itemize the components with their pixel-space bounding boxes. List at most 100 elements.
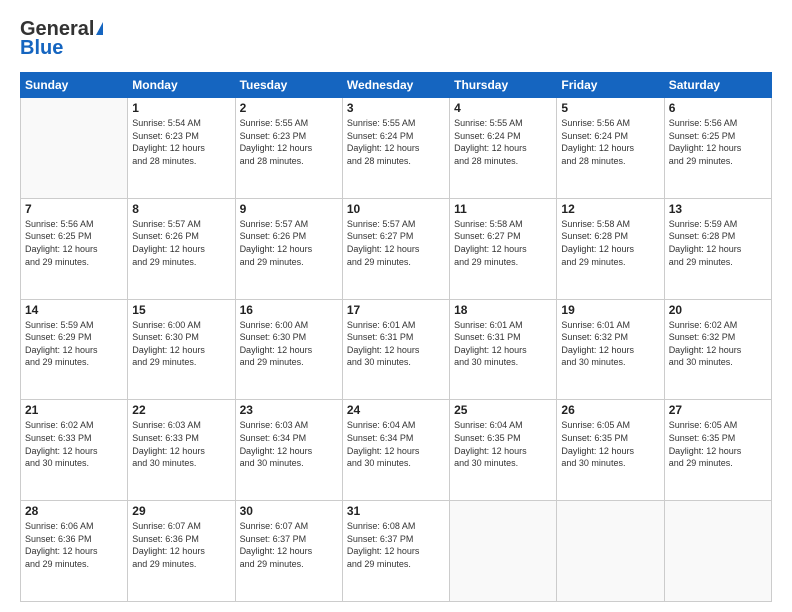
calendar-cell [664,501,771,602]
day-info: Sunrise: 6:05 AMSunset: 6:35 PMDaylight:… [669,419,767,469]
calendar-cell: 29 Sunrise: 6:07 AMSunset: 6:36 PMDayligh… [128,501,235,602]
logo-triangle-icon [96,22,103,35]
calendar-week-2: 7 Sunrise: 5:56 AMSunset: 6:25 PMDaylight… [21,198,772,299]
calendar-cell: 11 Sunrise: 5:58 AMSunset: 6:27 PMDayligh… [450,198,557,299]
day-info: Sunrise: 5:55 AMSunset: 6:24 PMDaylight:… [454,117,552,167]
day-info: Sunrise: 5:58 AMSunset: 6:28 PMDaylight:… [561,218,659,268]
calendar-header-friday: Friday [557,73,664,98]
day-number: 5 [561,101,659,115]
calendar-cell: 7 Sunrise: 5:56 AMSunset: 6:25 PMDaylight… [21,198,128,299]
header: General Blue [20,18,772,60]
day-number: 25 [454,403,552,417]
calendar-cell: 15 Sunrise: 6:00 AMSunset: 6:30 PMDayligh… [128,299,235,400]
day-info: Sunrise: 5:57 AMSunset: 6:26 PMDaylight:… [240,218,338,268]
day-info: Sunrise: 5:56 AMSunset: 6:25 PMDaylight:… [669,117,767,167]
calendar-header-tuesday: Tuesday [235,73,342,98]
calendar-cell: 14 Sunrise: 5:59 AMSunset: 6:29 PMDayligh… [21,299,128,400]
calendar-header-wednesday: Wednesday [342,73,449,98]
day-number: 15 [132,303,230,317]
day-info: Sunrise: 6:03 AMSunset: 6:34 PMDaylight:… [240,419,338,469]
calendar-cell: 24Sunrise: 6:04 AMSunset: 6:34 PMDayligh… [342,400,449,501]
day-number: 26 [561,403,659,417]
calendar-header-row: SundayMondayTuesdayWednesdayThursdayFrid… [21,73,772,98]
calendar-header-monday: Monday [128,73,235,98]
calendar-cell: 9 Sunrise: 5:57 AMSunset: 6:26 PMDaylight… [235,198,342,299]
day-info: Sunrise: 6:07 AMSunset: 6:36 PMDaylight:… [132,520,230,570]
calendar-cell: 19Sunrise: 6:01 AMSunset: 6:32 PMDayligh… [557,299,664,400]
calendar-header-thursday: Thursday [450,73,557,98]
day-number: 8 [132,202,230,216]
day-number: 10 [347,202,445,216]
logo-blue-text: Blue [20,37,63,60]
calendar-cell [450,501,557,602]
day-info: Sunrise: 5:55 AMSunset: 6:24 PMDaylight:… [347,117,445,167]
calendar-cell: 22Sunrise: 6:03 AMSunset: 6:33 PMDayligh… [128,400,235,501]
day-info: Sunrise: 6:08 AMSunset: 6:37 PMDaylight:… [347,520,445,570]
calendar-cell: 5 Sunrise: 5:56 AMSunset: 6:24 PMDaylight… [557,98,664,199]
calendar-week-5: 28Sunrise: 6:06 AMSunset: 6:36 PMDayligh… [21,501,772,602]
day-number: 16 [240,303,338,317]
calendar-header-sunday: Sunday [21,73,128,98]
calendar-week-4: 21 Sunrise: 6:02 AMSunset: 6:33 PMDayligh… [21,400,772,501]
day-info: Sunrise: 5:57 AMSunset: 6:27 PMDaylight:… [347,218,445,268]
day-info: Sunrise: 6:02 AMSunset: 6:33 PMDaylight:… [25,419,123,469]
day-info: Sunrise: 6:04 AMSunset: 6:34 PMDaylight:… [347,419,445,469]
calendar-week-3: 14 Sunrise: 5:59 AMSunset: 6:29 PMDayligh… [21,299,772,400]
calendar-cell: 1 Sunrise: 5:54 AMSunset: 6:23 PMDaylight… [128,98,235,199]
day-info: Sunrise: 6:01 AMSunset: 6:31 PMDaylight:… [454,319,552,369]
day-info: Sunrise: 6:01 AMSunset: 6:31 PMDaylight:… [347,319,445,369]
day-info: Sunrise: 6:03 AMSunset: 6:33 PMDaylight:… [132,419,230,469]
day-info: Sunrise: 5:54 AMSunset: 6:23 PMDaylight:… [132,117,230,167]
calendar-cell: 20Sunrise: 6:02 AMSunset: 6:32 PMDayligh… [664,299,771,400]
calendar-table: SundayMondayTuesdayWednesdayThursdayFrid… [20,72,772,602]
day-number: 6 [669,101,767,115]
day-number: 9 [240,202,338,216]
day-number: 2 [240,101,338,115]
day-info: Sunrise: 6:02 AMSunset: 6:32 PMDaylight:… [669,319,767,369]
day-number: 27 [669,403,767,417]
day-number: 13 [669,202,767,216]
calendar-cell: 10 Sunrise: 5:57 AMSunset: 6:27 PMDayligh… [342,198,449,299]
day-info: Sunrise: 6:00 AMSunset: 6:30 PMDaylight:… [240,319,338,369]
calendar-cell: 26 Sunrise: 6:05 AMSunset: 6:35 PMDayligh… [557,400,664,501]
day-info: Sunrise: 5:55 AMSunset: 6:23 PMDaylight:… [240,117,338,167]
calendar-cell: 12Sunrise: 5:58 AMSunset: 6:28 PMDayligh… [557,198,664,299]
day-number: 18 [454,303,552,317]
calendar-cell: 21 Sunrise: 6:02 AMSunset: 6:33 PMDayligh… [21,400,128,501]
day-number: 19 [561,303,659,317]
day-info: Sunrise: 6:05 AMSunset: 6:35 PMDaylight:… [561,419,659,469]
day-number: 29 [132,504,230,518]
day-info: Sunrise: 5:58 AMSunset: 6:27 PMDaylight:… [454,218,552,268]
calendar-cell: 16 Sunrise: 6:00 AMSunset: 6:30 PMDayligh… [235,299,342,400]
calendar-cell: 17 Sunrise: 6:01 AMSunset: 6:31 PMDayligh… [342,299,449,400]
day-number: 23 [240,403,338,417]
calendar-cell: 28Sunrise: 6:06 AMSunset: 6:36 PMDayligh… [21,501,128,602]
day-number: 31 [347,504,445,518]
calendar-cell [557,501,664,602]
calendar-cell: 25 Sunrise: 6:04 AMSunset: 6:35 PMDayligh… [450,400,557,501]
calendar-cell: 3Sunrise: 5:55 AMSunset: 6:24 PMDaylight… [342,98,449,199]
day-number: 11 [454,202,552,216]
calendar-cell: 4Sunrise: 5:55 AMSunset: 6:24 PMDaylight… [450,98,557,199]
day-number: 17 [347,303,445,317]
day-number: 7 [25,202,123,216]
day-info: Sunrise: 5:59 AMSunset: 6:28 PMDaylight:… [669,218,767,268]
day-info: Sunrise: 6:04 AMSunset: 6:35 PMDaylight:… [454,419,552,469]
day-info: Sunrise: 5:56 AMSunset: 6:25 PMDaylight:… [25,218,123,268]
page: General Blue SundayMondayTuesdayWednesda… [0,0,792,612]
day-number: 21 [25,403,123,417]
calendar-cell: 8 Sunrise: 5:57 AMSunset: 6:26 PMDaylight… [128,198,235,299]
day-info: Sunrise: 6:06 AMSunset: 6:36 PMDaylight:… [25,520,123,570]
calendar-cell: 2 Sunrise: 5:55 AMSunset: 6:23 PMDaylight… [235,98,342,199]
day-info: Sunrise: 5:59 AMSunset: 6:29 PMDaylight:… [25,319,123,369]
calendar-cell: 23 Sunrise: 6:03 AMSunset: 6:34 PMDayligh… [235,400,342,501]
day-number: 14 [25,303,123,317]
calendar-cell: 27 Sunrise: 6:05 AMSunset: 6:35 PMDayligh… [664,400,771,501]
day-number: 1 [132,101,230,115]
day-info: Sunrise: 6:00 AMSunset: 6:30 PMDaylight:… [132,319,230,369]
calendar-cell: 18 Sunrise: 6:01 AMSunset: 6:31 PMDayligh… [450,299,557,400]
calendar-header-saturday: Saturday [664,73,771,98]
day-info: Sunrise: 5:56 AMSunset: 6:24 PMDaylight:… [561,117,659,167]
day-info: Sunrise: 5:57 AMSunset: 6:26 PMDaylight:… [132,218,230,268]
calendar-week-1: 1 Sunrise: 5:54 AMSunset: 6:23 PMDaylight… [21,98,772,199]
